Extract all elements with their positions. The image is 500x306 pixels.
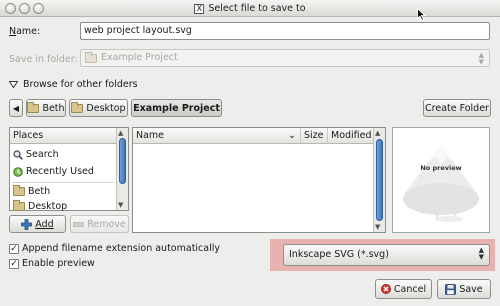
recent-icon: [13, 166, 23, 177]
place-item-desktop[interactable]: Desktop: [10, 198, 116, 211]
place-item-recently-used[interactable]: Recently Used: [10, 163, 116, 180]
path-button-desktop[interactable]: Desktop: [69, 99, 128, 117]
cancel-button[interactable]: Cancel: [375, 279, 432, 299]
save-file-dialog: X Select file to save to Name: web proje…: [0, 0, 500, 306]
remove-bookmark-button[interactable]: Remove: [70, 215, 129, 233]
files-pane[interactable]: Name ⌄ Size Modified ▲ ▼: [132, 127, 386, 233]
scroll-down-arrow-icon: ▼: [375, 223, 381, 231]
search-icon: [13, 149, 23, 160]
folder-icon: [85, 51, 97, 63]
column-header-modified[interactable]: Modified: [328, 128, 375, 144]
combo-arrows-icon: ▲ ▼: [478, 246, 484, 261]
save-in-folder-combo[interactable]: Example Project ▲ ▼: [80, 49, 490, 67]
expander-arrow-icon: [9, 81, 18, 88]
combo-arrows-icon: ▲ ▼: [478, 51, 484, 66]
column-header-size[interactable]: Size: [301, 128, 328, 144]
append-extension-checkbox[interactable]: ✓: [9, 244, 19, 254]
create-folder-button[interactable]: Create Folder: [423, 99, 491, 117]
browse-folders-label: Browse for other folders: [23, 79, 138, 90]
x11-app-icon: X: [194, 3, 205, 14]
cancel-x-icon: [380, 284, 391, 294]
floppy-disk-icon: [445, 283, 457, 295]
scroll-up-arrow-icon: ▲: [118, 129, 124, 137]
folder-icon: [71, 101, 84, 113]
no-preview-text: No preview: [420, 164, 462, 172]
scroll-up-arrow-icon: ▲: [375, 129, 381, 137]
folder-icon: [13, 185, 25, 196]
inkscape-logo-icon: [403, 145, 479, 222]
path-button-beth[interactable]: Beth: [26, 99, 66, 117]
places-header[interactable]: Places: [10, 128, 116, 144]
enable-preview-checkbox[interactable]: ✓: [9, 259, 19, 269]
sort-chevron-icon: ⌄: [288, 130, 296, 141]
save-button[interactable]: Save: [437, 279, 491, 299]
column-header-name[interactable]: Name ⌄: [133, 128, 301, 144]
places-scrollbar[interactable]: ▲ ▼: [116, 128, 128, 210]
plus-icon: [21, 218, 33, 230]
files-scroll-thumb[interactable]: [376, 139, 383, 221]
scroll-down-arrow-icon: ▼: [118, 201, 124, 209]
browse-folders-expander[interactable]: Browse for other folders: [9, 79, 138, 90]
mouse-cursor-icon: [417, 8, 426, 21]
file-type-filter-combo[interactable]: Inkscape SVG (*.svg) ▲ ▼: [283, 244, 490, 266]
folder-icon: [13, 200, 25, 211]
add-bookmark-button[interactable]: Add: [9, 215, 66, 233]
files-scrollbar[interactable]: ▲ ▼: [373, 128, 385, 232]
path-back-button[interactable]: ◀: [9, 99, 23, 117]
path-button-example-project[interactable]: Example Project: [131, 99, 222, 117]
places-scroll-thumb[interactable]: [119, 138, 126, 184]
enable-preview-label: Enable preview: [22, 258, 95, 269]
window-title: Select file to save to: [208, 3, 306, 14]
filename-input[interactable]: web project layout.svg: [80, 22, 490, 40]
places-pane[interactable]: Places Search Recently Used Beth Desktop…: [9, 127, 129, 211]
name-label: Name:: [9, 26, 41, 37]
save-in-folder-label: Save in folder:: [9, 54, 78, 65]
place-item-search[interactable]: Search: [10, 146, 116, 163]
append-extension-label: Append filename extension automatically: [22, 243, 221, 254]
folder-icon: [27, 101, 40, 113]
minus-icon: [73, 221, 85, 227]
preview-pane: No preview: [392, 127, 490, 233]
